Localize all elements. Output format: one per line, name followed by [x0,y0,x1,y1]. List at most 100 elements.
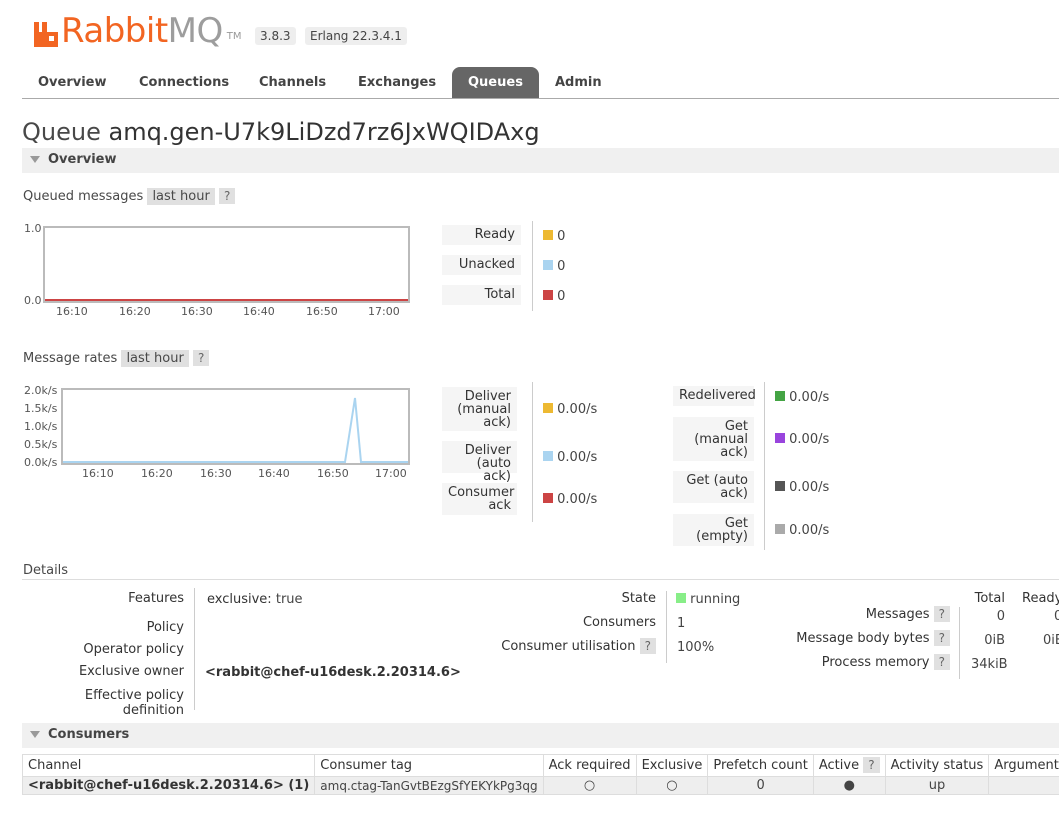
col-exclusive: Exclusive [635,754,709,777]
col-consumer-tag: Consumer tag [314,754,544,777]
message-rates-series [63,397,408,463]
overview-section-toggle[interactable]: Overview [22,148,1059,173]
y-tick: 1.0k/s [24,420,58,433]
rate-label-consumer-ack: Consumer ack [442,483,517,515]
tab-queues[interactable]: Queues [452,67,539,98]
ready-swatch [543,230,553,240]
x-tick: 16:50 [317,467,349,480]
arguments-cell [988,776,1059,795]
queued-messages-chart [43,226,410,303]
messages-ready: 0 [1054,609,1059,624]
col-ack-required: Ack required [542,754,637,777]
details-title: Details [23,563,69,578]
tab-admin[interactable]: Admin [539,67,618,98]
rabbitmq-logo-icon [33,18,59,48]
y-tick: 1.5k/s [24,402,58,415]
x-tick: 16:10 [56,305,88,318]
x-tick: 16:10 [82,467,114,480]
rabbitmq-logo[interactable]: Rabbit MQ TM [33,8,242,48]
queued-messages-help[interactable]: ? [218,188,236,204]
col-ready-header: Ready [1022,591,1059,606]
y-tick: 0.0 [24,294,42,307]
tab-overview[interactable]: Overview [22,67,123,98]
col-prefetch-count: Prefetch count [707,754,814,777]
version-badge: 3.8.3 [255,27,296,45]
x-tick: 16:40 [243,305,275,318]
state-running-swatch [676,593,686,603]
erlang-version-badge: Erlang 22.3.4.1 [305,27,407,45]
rate-label-get-empty: Get (empty) [673,514,754,546]
rate-get-auto-ack-value: 0.00/s [775,480,829,495]
rate-divider-right [764,382,765,550]
features-label: Features [128,591,184,606]
tab-channels[interactable]: Channels [243,67,342,98]
consumers-section-toggle[interactable]: Consumers [22,723,1059,748]
col-channel: Channel [21,754,316,777]
message-rates-title: Message rates [23,351,118,366]
queued-messages-range[interactable]: last hour [147,188,215,205]
main-nav-tabs: Overview Connections Channels Exchanges … [22,67,1059,99]
exclusive-owner-link[interactable]: <rabbit@chef-u16desk.2.20314.6> [205,665,461,680]
active-help[interactable]: ? [863,757,880,773]
table-header-row: Channel Consumer tag Ack required Exclus… [21,754,1059,777]
rate-redelivered-value: 0.00/s [775,390,829,405]
process-memory-value: 34kiB [971,657,1008,672]
y-tick: 2.0k/s [24,384,58,397]
rate-consumer-ack-value: 0.00/s [543,492,597,507]
policy-label: Policy [146,620,184,635]
stat-label-unacked: Unacked [442,255,521,275]
stat-total-value: 0 [543,289,565,304]
message-rates-header: Message rates last hour ? [23,350,210,367]
rate-label-get-manual-ack: Get (manual ack) [673,417,754,461]
rate-deliver-manual-ack-value: 0.00/s [543,402,597,417]
effective-policy-label: Effective policy definition [84,688,184,718]
messages-label: Messages ? [790,606,950,622]
state-value: running [676,592,740,607]
consumer-utilisation-help[interactable]: ? [639,638,656,654]
message-rates-range[interactable]: last hour [121,350,189,367]
message-rates-help[interactable]: ? [192,350,210,366]
queued-messages-title: Queued messages [23,189,144,204]
queue-name: amq.gen-U7k9LiDzd7rz6JxWQIDAxg [108,118,540,146]
messages-help[interactable]: ? [933,606,950,622]
process-memory-help[interactable]: ? [933,654,950,670]
x-tick: 16:30 [181,305,213,318]
consumers-label: Consumers [582,615,656,630]
channel-link[interactable]: <rabbit@chef-u16desk.2.20314.6> (1) [21,776,316,795]
tab-connections[interactable]: Connections [123,67,245,98]
deliver-auto-ack-series-line [63,397,408,463]
page-title-prefix: Queue [22,118,101,146]
logo-text-rabbit: Rabbit [61,11,168,51]
table-row: <rabbit@chef-u16desk.2.20314.6> (1) amq.… [21,776,1059,795]
rate-get-manual-ack-value: 0.00/s [775,432,829,447]
message-body-bytes-help[interactable]: ? [933,630,950,646]
operator-policy-label: Operator policy [83,642,184,657]
tab-exchanges[interactable]: Exchanges [342,67,452,98]
y-tick: 0.0k/s [24,456,58,469]
x-tick: 16:30 [200,467,232,480]
rate-get-empty-value: 0.00/s [775,523,829,538]
stat-ready-value: 0 [543,229,565,244]
messages-total: 0 [996,609,1005,624]
consumer-tag-cell: amq.ctag-TanGvtBEzgSfYEKYkPg3qg [314,776,544,795]
consumers-value: 1 [677,616,686,631]
consumer-utilisation-label: Consumer utilisation ? [440,638,656,654]
stat-unacked-value: 0 [543,259,565,274]
page-title: Queue amq.gen-U7k9LiDzd7rz6JxWQIDAxg [22,118,540,146]
message-body-bytes-label: Message body bytes ? [790,630,950,646]
details-divider [22,579,1059,580]
x-tick: 16:20 [119,305,151,318]
activity-status-cell: up [884,776,990,795]
details-divider-middle [666,591,667,663]
process-memory-label: Process memory ? [790,654,950,670]
details-divider-left [194,588,195,710]
rate-label-deliver-auto-ack: Deliver (auto ack) [442,441,517,483]
col-active: Active ? [812,754,886,777]
rate-label-redelivered: Redelivered [673,386,756,406]
message-rates-chart [61,388,410,465]
y-tick: 1.0 [24,222,42,235]
features-value: exclusive: true [207,592,303,607]
queued-messages-header: Queued messages last hour ? [23,188,236,205]
consumers-section-label: Consumers [48,727,130,742]
body-bytes-ready: 0iB [1043,633,1059,648]
